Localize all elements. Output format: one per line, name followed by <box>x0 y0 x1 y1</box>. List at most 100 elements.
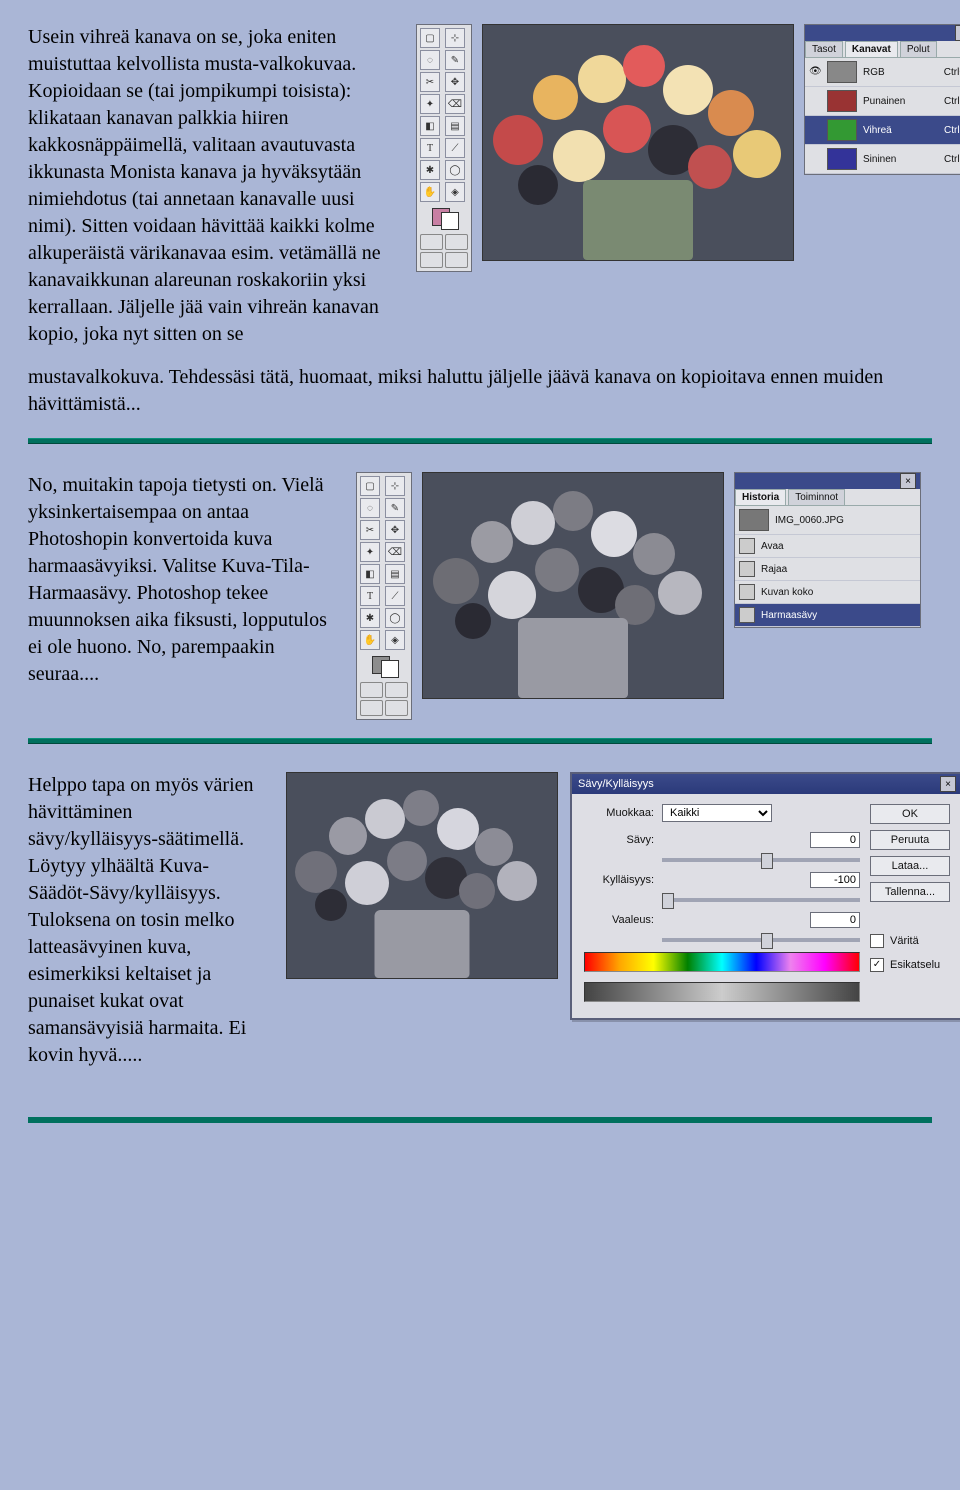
tool-icon[interactable]: ⊹ <box>385 476 405 496</box>
channel-label: Punainen <box>863 96 905 107</box>
divider-bottom <box>28 1117 932 1123</box>
tool-icon[interactable]: ⌫ <box>385 542 405 562</box>
tool-icon[interactable]: ◯ <box>445 160 465 180</box>
screenmode-icon[interactable] <box>385 682 408 698</box>
tool-icon[interactable]: ▤ <box>385 564 405 584</box>
hue-bar <box>584 952 860 972</box>
tool-icon[interactable]: ◯ <box>385 608 405 628</box>
tab-channels[interactable]: Kanavat <box>845 41 898 57</box>
close-icon[interactable]: × <box>900 473 916 489</box>
tab-history[interactable]: Historia <box>735 489 786 505</box>
channel-row[interactable]: Sininen Ctrl+3 <box>805 145 960 174</box>
tool-icon[interactable]: ◈ <box>385 630 405 650</box>
close-icon[interactable]: × <box>955 25 960 41</box>
hue-label: Sävy: <box>584 834 654 846</box>
tab-actions[interactable]: Toiminnot <box>788 489 845 505</box>
section3-text: Helppo tapa on myös värien hävittäminen … <box>28 772 258 1069</box>
tool-icon[interactable]: ◌ <box>420 50 440 70</box>
tab-layers[interactable]: Tasot <box>805 41 843 57</box>
channel-row[interactable]: Punainen Ctrl+1 <box>805 87 960 116</box>
quickmask-icon[interactable] <box>420 234 443 250</box>
tool-icon[interactable]: ▢ <box>360 476 380 496</box>
divider <box>28 438 932 444</box>
checkbox-icon[interactable]: ✓ <box>870 958 884 972</box>
history-row[interactable]: Kuvan koko <box>735 581 920 604</box>
tool-icon[interactable]: ✋ <box>420 182 440 202</box>
tool-icon[interactable]: ▤ <box>445 116 465 136</box>
gray-bar <box>584 982 860 1002</box>
history-panel: × Historia Toiminnot IMG_0060.JPG Avaa R… <box>734 472 921 628</box>
tool-icon[interactable]: ▢ <box>420 28 440 48</box>
channel-label: Sininen <box>863 154 896 165</box>
toolbox-1: ▢⊹ ◌✎ ✂✥ ✦⌫ ◧▤ T⟋ ✱◯ ✋◈ <box>416 24 472 272</box>
checkbox-icon[interactable] <box>870 934 884 948</box>
ok-button[interactable]: OK <box>870 804 950 824</box>
tool-icon[interactable]: ✋ <box>360 630 380 650</box>
preview-check[interactable]: ✓ Esikatselu <box>870 958 950 972</box>
colorize-check[interactable]: Väritä <box>870 934 950 948</box>
figure-1: ▢⊹ ◌✎ ✂✥ ✦⌫ ◧▤ T⟋ ✱◯ ✋◈ <box>416 24 960 272</box>
sat-input[interactable] <box>810 872 860 888</box>
light-slider[interactable] <box>662 938 860 942</box>
tool-icon[interactable]: ✱ <box>420 160 440 180</box>
tool-icon[interactable]: ✦ <box>360 542 380 562</box>
history-label: Avaa <box>761 541 784 552</box>
bg-color-icon[interactable] <box>441 212 459 230</box>
cancel-button[interactable]: Peruuta <box>870 830 950 850</box>
tool-icon[interactable]: T <box>420 138 440 158</box>
tool-icon[interactable]: ✱ <box>360 608 380 628</box>
divider <box>28 738 932 744</box>
tool-icon[interactable]: ✥ <box>385 520 405 540</box>
tool-icon[interactable]: ◧ <box>360 564 380 584</box>
tool-icon[interactable]: ⟋ <box>385 586 405 606</box>
mode-icon[interactable] <box>360 700 383 716</box>
mode-icon[interactable] <box>420 252 443 268</box>
hue-slider[interactable] <box>662 858 860 862</box>
tool-icon[interactable]: ⊹ <box>445 28 465 48</box>
mode-label: Muokkaa: <box>584 807 654 819</box>
tool-icon[interactable]: ✦ <box>420 94 440 114</box>
tool-icon[interactable]: ⌫ <box>445 94 465 114</box>
tool-icon[interactable]: ✎ <box>445 50 465 70</box>
image-preview-3 <box>286 772 558 979</box>
mode-icon[interactable] <box>445 252 468 268</box>
save-button[interactable]: Tallenna... <box>870 882 950 902</box>
channels-panel: × Tasot Kanavat Polut 👁 RGB Ctrl+~ <box>804 24 960 175</box>
tool-icon[interactable]: ✎ <box>385 498 405 518</box>
tool-icon[interactable]: ◈ <box>445 182 465 202</box>
history-row[interactable]: Avaa <box>735 535 920 558</box>
check-label: Esikatselu <box>890 959 940 971</box>
close-icon[interactable]: × <box>940 776 956 792</box>
history-row-selected[interactable]: Harmaasävy <box>735 604 920 627</box>
history-row[interactable]: Rajaa <box>735 558 920 581</box>
tool-icon[interactable]: ✥ <box>445 72 465 92</box>
hue-input[interactable] <box>810 832 860 848</box>
image-preview-2 <box>422 472 724 699</box>
sat-slider[interactable] <box>662 898 860 902</box>
tab-paths[interactable]: Polut <box>900 41 937 57</box>
tool-icon[interactable]: ◧ <box>420 116 440 136</box>
quickmask-icon[interactable] <box>360 682 383 698</box>
screenmode-icon[interactable] <box>445 234 468 250</box>
tool-icon[interactable]: T <box>360 586 380 606</box>
tool-icon[interactable]: ✂ <box>420 72 440 92</box>
history-header: IMG_0060.JPG <box>735 506 920 535</box>
figure-3: Sävy/Kylläisyys × Muokkaa: Kaikki <box>286 772 960 1020</box>
section1-text: Usein vihreä kanava on se, joka eniten m… <box>28 24 388 348</box>
section2-text: No, muitakin tapoja tietysti on. Vielä y… <box>28 472 328 688</box>
light-input[interactable] <box>810 912 860 928</box>
mode-icon[interactable] <box>385 700 408 716</box>
channel-row[interactable]: 👁 RGB Ctrl+~ <box>805 58 960 87</box>
channel-row-selected[interactable]: Vihreä Ctrl+2 <box>805 116 960 145</box>
eye-icon[interactable]: 👁 <box>809 66 821 78</box>
light-label: Vaaleus: <box>584 914 654 926</box>
history-label: Kuvan koko <box>761 587 813 598</box>
tool-icon[interactable]: ⟋ <box>445 138 465 158</box>
tool-icon[interactable]: ◌ <box>360 498 380 518</box>
load-button[interactable]: Lataa... <box>870 856 950 876</box>
tool-icon[interactable]: ✂ <box>360 520 380 540</box>
channel-shortcut: Ctrl+2 <box>944 125 960 136</box>
mode-select[interactable]: Kaikki <box>662 804 772 822</box>
history-label: Harmaasävy <box>761 610 817 621</box>
bg-color-icon[interactable] <box>381 660 399 678</box>
